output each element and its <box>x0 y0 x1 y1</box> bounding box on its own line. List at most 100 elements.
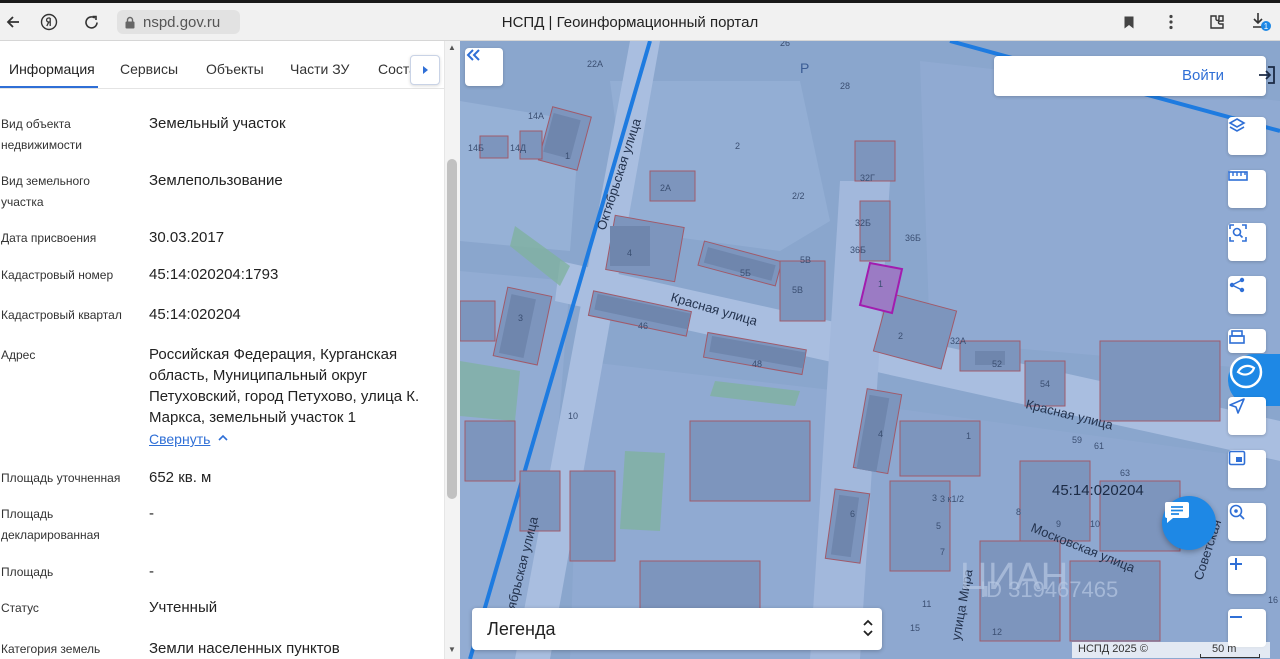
svg-text:36Б: 36Б <box>850 245 866 255</box>
svg-text:2/2: 2/2 <box>792 191 805 201</box>
layers-icon <box>1228 118 1246 132</box>
svg-text:32Б: 32Б <box>855 218 871 228</box>
svg-text:59: 59 <box>1072 435 1082 445</box>
svg-text:9: 9 <box>1056 519 1061 529</box>
cadastral-quarter: 45:14:020204 <box>149 306 241 323</box>
legend-label: Легенда <box>487 619 556 639</box>
tab-services[interactable]: Сервисы <box>120 61 178 77</box>
chat-button[interactable] <box>1162 496 1216 550</box>
info-value: Земельный участок <box>149 115 286 132</box>
svg-text:1: 1 <box>878 279 883 289</box>
cadastral-quarter-label: 45:14:020204 <box>1052 482 1144 499</box>
svg-text:14А: 14А <box>528 111 544 121</box>
svg-text:32Г: 32Г <box>860 173 875 183</box>
collapse-link[interactable]: Свернуть <box>149 431 210 447</box>
zoom-in-button[interactable] <box>1228 556 1266 594</box>
tab-objects[interactable]: Объекты <box>206 61 264 77</box>
watermark-id: ID 319467465 <box>980 577 1118 602</box>
legend-dropdown[interactable]: Легенда <box>472 608 882 650</box>
svg-text:3: 3 <box>518 313 523 323</box>
svg-text:5В: 5В <box>800 255 811 265</box>
chat-icon <box>1165 502 1189 523</box>
map-block <box>920 61 1280 371</box>
svg-text:12: 12 <box>992 627 1002 637</box>
svg-text:36Б: 36Б <box>905 233 921 243</box>
share-button[interactable] <box>1228 276 1266 314</box>
info-value: Землепользование <box>149 172 283 189</box>
cadastral-number: 45:14:020204:1793 <box>149 266 279 283</box>
svg-text:26: 26 <box>780 41 790 48</box>
ruler-icon <box>1228 171 1248 181</box>
reload-icon[interactable] <box>78 9 104 35</box>
tab-parcel-parts[interactable]: Части ЗУ <box>290 61 349 77</box>
measure-button[interactable] <box>1228 170 1266 208</box>
plus-icon <box>1230 558 1242 570</box>
downloads-icon[interactable]: 1 <box>1248 9 1274 35</box>
chevron-up-icon[interactable] <box>218 431 228 445</box>
svg-text:2: 2 <box>898 331 903 341</box>
info-value: - <box>149 563 154 580</box>
svg-text:3 к1/2: 3 к1/2 <box>940 494 964 504</box>
minus-icon <box>1230 616 1242 618</box>
map-canvas[interactable]: 22А2628 14А14Б 14Д 122А 2/232Г32Б 36Б36Б4… <box>460 41 1280 659</box>
double-chevron-left-icon <box>466 49 480 61</box>
info-value: - <box>149 505 154 522</box>
printer-icon <box>1229 330 1245 344</box>
minimap-button[interactable] <box>1228 450 1266 488</box>
page-title: НСПД | Геоинформационный портал <box>501 14 759 31</box>
svg-text:10: 10 <box>1090 519 1100 529</box>
back-arrow-icon[interactable] <box>0 9 26 35</box>
tabs-next-button[interactable] <box>410 55 440 85</box>
svg-text:5: 5 <box>936 521 941 531</box>
login-button[interactable]: Войти <box>994 56 1275 96</box>
url-text: nspd.gov.ru <box>143 13 221 31</box>
svg-text:14Б: 14Б <box>468 143 484 153</box>
info-label: Категория земель <box>1 642 101 656</box>
browser-window: nspd.gov.ru НСПД | Геоинформационный пор… <box>0 0 1280 659</box>
tab-information[interactable]: Информация <box>9 61 95 77</box>
yandex-logo-icon[interactable] <box>36 9 62 35</box>
info-label: Адрес <box>1 348 36 362</box>
svg-text:22А: 22А <box>587 59 603 69</box>
layers-button[interactable] <box>1228 117 1266 155</box>
print-button[interactable] <box>1228 329 1266 353</box>
svg-text:16: 16 <box>1268 595 1278 605</box>
object-search-button[interactable] <box>1228 503 1266 541</box>
map-view[interactable]: 22А 26 28 14А 14Б 14Д 1 2 2А 2/2 32Г 32Б 36Б 36Б 4… <box>460 41 1280 659</box>
picture-in-picture-icon <box>1228 450 1246 466</box>
svg-text:54: 54 <box>1040 379 1050 389</box>
map-footer: НСПД 2025 © 50 m <box>1072 642 1270 658</box>
info-label: Вид объекта недвижимости <box>1 117 82 152</box>
collapse-panel-button[interactable] <box>465 48 503 86</box>
svg-text:Р: Р <box>800 60 809 76</box>
scroll-down-arrow-icon[interactable]: ▼ <box>448 645 456 654</box>
scroll-up-arrow-icon[interactable]: ▲ <box>448 43 456 52</box>
address-value: Российская Федерация, Курганская область… <box>149 346 420 426</box>
svg-text:5В: 5В <box>792 285 803 295</box>
bookmark-icon[interactable] <box>1116 9 1142 35</box>
address-bar[interactable]: nspd.gov.ru <box>117 10 240 34</box>
geolocation-button[interactable] <box>1228 397 1266 435</box>
svg-text:15: 15 <box>910 623 920 633</box>
active-tab-indicator <box>0 86 98 88</box>
info-label: Статус <box>1 601 39 615</box>
svg-text:2А: 2А <box>660 183 671 193</box>
area-value: 652 кв. м <box>149 469 212 486</box>
svg-text:28: 28 <box>840 81 850 91</box>
scrollbar-thumb[interactable] <box>447 159 457 499</box>
svg-text:32А: 32А <box>950 336 966 346</box>
svg-text:10: 10 <box>568 411 578 421</box>
info-label: Кадастровый номер <box>1 268 114 282</box>
info-label: Кадастровый квартал <box>1 308 122 322</box>
extensions-icon[interactable] <box>1204 9 1230 35</box>
area-search-button[interactable] <box>1228 223 1266 261</box>
svg-text:5Б: 5Б <box>740 268 751 278</box>
svg-text:14Д: 14Д <box>510 143 526 153</box>
svg-text:2: 2 <box>735 141 740 151</box>
assistant-icon <box>1229 355 1263 389</box>
info-label: Площадь декларированная <box>1 507 100 542</box>
info-value: Земли населенных пунктов <box>149 640 340 657</box>
menu-dots-icon[interactable] <box>1158 9 1184 35</box>
lock-icon <box>123 15 137 29</box>
status-value: Учтенный <box>149 599 218 616</box>
